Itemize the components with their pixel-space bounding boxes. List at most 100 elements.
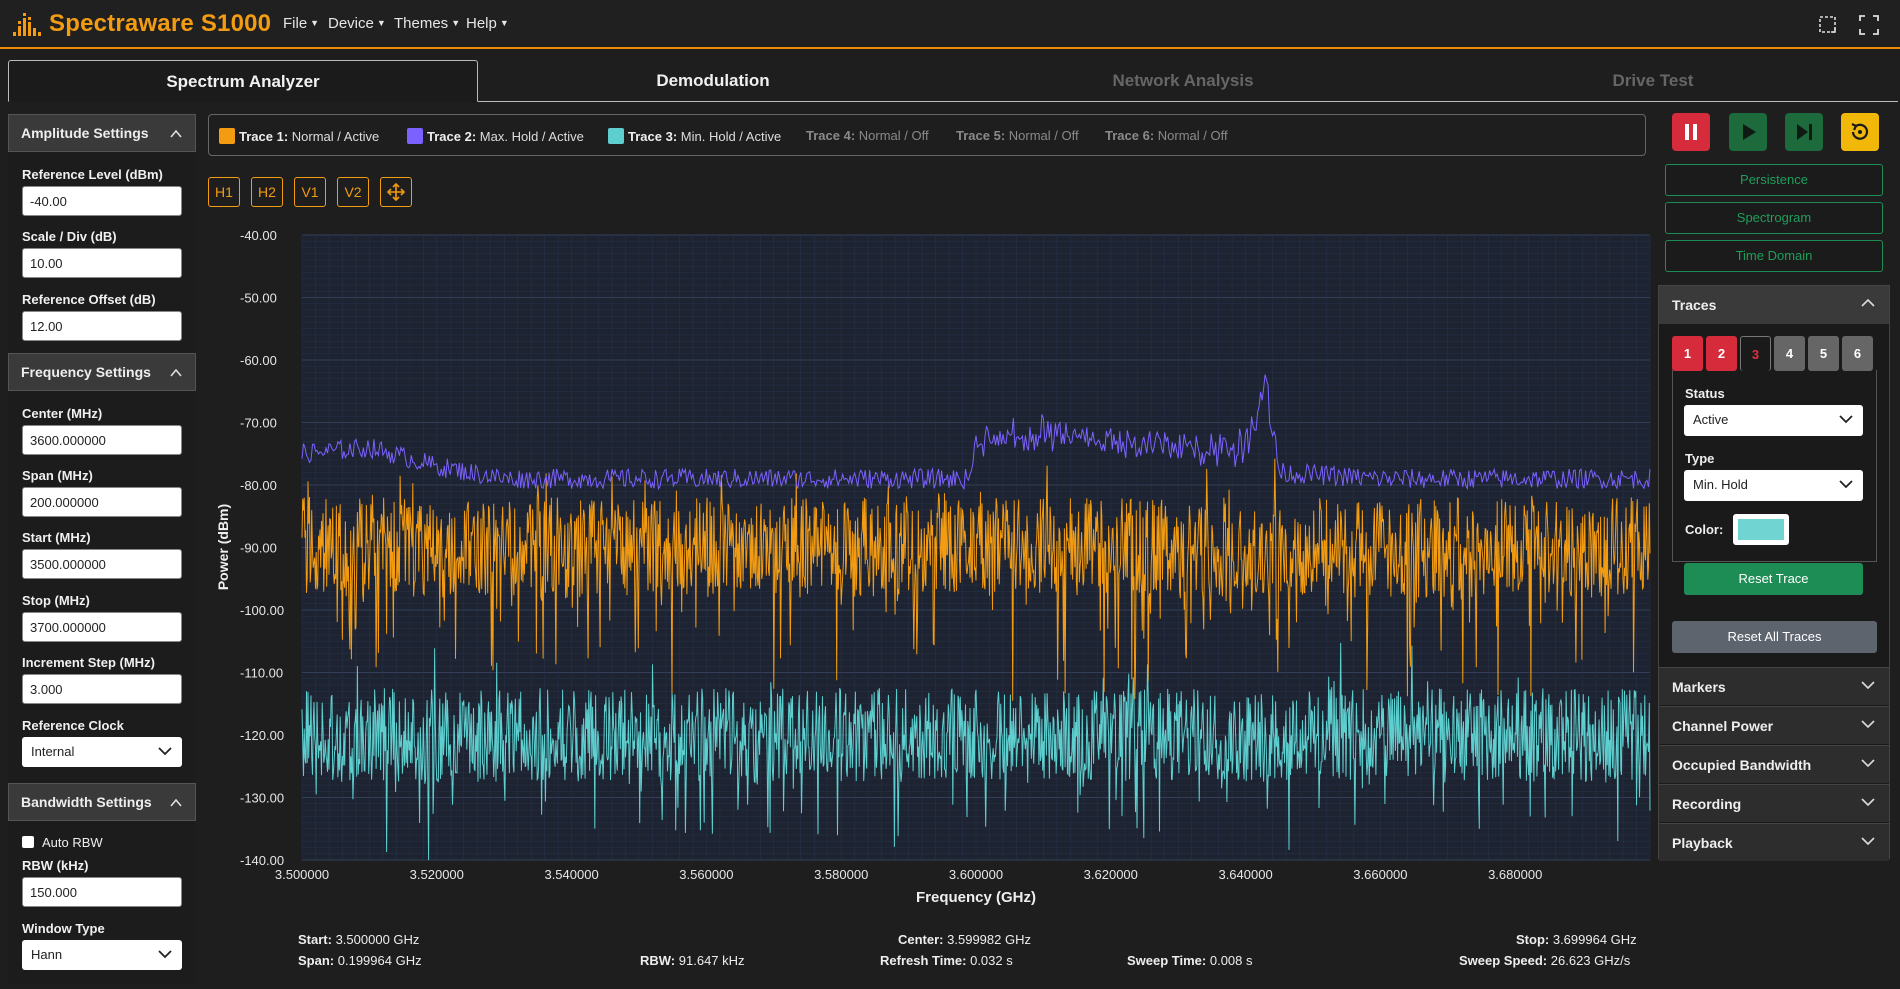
menu-help[interactable]: Help ▼: [466, 15, 509, 32]
spectrum-logo-icon: [13, 13, 41, 36]
type-label: Type: [1685, 451, 1715, 466]
stat-sweep-speed: Sweep Speed: 26.623 GHz/s: [1459, 953, 1631, 968]
section-title: Recording: [1672, 796, 1742, 812]
color-label: Color:: [1685, 522, 1724, 537]
x-tick-label: 3.600000: [949, 867, 1003, 882]
spectrum-chart[interactable]: -40.00 -50.00 -60.00 -70.00 -80.00 -90.00 -100…: [208, 225, 1654, 910]
section-title: Frequency Settings: [21, 364, 151, 380]
pause-icon: [1685, 124, 1697, 140]
legend-trace-5[interactable]: Trace 5: Normal / Off: [956, 128, 1079, 143]
pan-button[interactable]: [380, 177, 412, 207]
select-value: Active: [1693, 412, 1729, 427]
x-tick-label: 3.580000: [814, 867, 868, 882]
trace-tab-5[interactable]: 5: [1808, 336, 1839, 371]
stop-label: Stop (MHz): [22, 593, 90, 608]
y-tick-label: -140.00: [240, 853, 284, 868]
chevron-down-icon: [1839, 415, 1853, 424]
color-swatch: [1738, 519, 1784, 540]
trace-tab-1[interactable]: 1: [1672, 336, 1703, 371]
trace-1-swatch: [219, 128, 235, 144]
y-tick-label: -90.00: [240, 541, 277, 556]
markers-section-header[interactable]: Markers: [1659, 667, 1889, 705]
traces-section-header[interactable]: Traces: [1659, 286, 1889, 324]
fullscreen-icon[interactable]: [1858, 14, 1880, 36]
trace-tab-2[interactable]: 2: [1706, 336, 1737, 371]
trace-status-select[interactable]: Active: [1684, 405, 1863, 436]
select-value: Min. Hold: [1693, 477, 1748, 492]
scale-input[interactable]: [22, 248, 182, 278]
chevron-down-icon: [1839, 480, 1853, 489]
stop-input[interactable]: [22, 612, 182, 642]
span-input[interactable]: [22, 487, 182, 517]
marker-h2-button[interactable]: H2: [251, 177, 283, 207]
amplitude-settings-header[interactable]: Amplitude Settings: [8, 114, 196, 152]
section-title: Bandwidth Settings: [21, 794, 152, 810]
section-title: Amplitude Settings: [21, 125, 149, 141]
trace-tab-3[interactable]: 3: [1740, 336, 1771, 371]
trace-color-picker[interactable]: [1733, 514, 1789, 545]
reset-trace-button[interactable]: Reset Trace: [1684, 563, 1863, 595]
persistence-button[interactable]: Persistence: [1665, 164, 1883, 196]
bandwidth-settings-header[interactable]: Bandwidth Settings: [8, 783, 196, 821]
occupied-bandwidth-section-header[interactable]: Occupied Bandwidth: [1659, 745, 1889, 783]
tab-network-analysis[interactable]: Network Analysis: [948, 60, 1418, 102]
ref-level-label: Reference Level (dBm): [22, 167, 163, 182]
menu-themes[interactable]: Themes ▼: [394, 15, 460, 32]
step-forward-button[interactable]: [1785, 113, 1823, 151]
frequency-settings-header[interactable]: Frequency Settings: [8, 353, 196, 391]
main-tabs: Spectrum Analyzer Demodulation Network A…: [8, 60, 1898, 102]
marker-v1-button[interactable]: V1: [294, 177, 326, 207]
auto-rbw-checkbox[interactable]: [22, 836, 34, 848]
section-title: Playback: [1672, 835, 1733, 851]
y-tick-label: -110.00: [240, 666, 283, 681]
play-button[interactable]: [1729, 113, 1767, 151]
legend-trace-2[interactable]: Trace 2: Max. Hold / Active: [407, 128, 584, 144]
y-tick-label: -40.00: [240, 228, 277, 243]
reference-clock-label: Reference Clock: [22, 718, 124, 733]
refresh-icon: [1851, 123, 1869, 140]
reset-all-traces-button[interactable]: Reset All Traces: [1672, 621, 1877, 653]
time-domain-button[interactable]: Time Domain: [1665, 240, 1883, 272]
trace-tab-4[interactable]: 4: [1774, 336, 1805, 371]
y-tick-labels: -40.00 -50.00 -60.00 -70.00 -80.00 -90.00 -100…: [240, 228, 284, 868]
reference-clock-select[interactable]: Internal: [22, 737, 182, 767]
scale-label: Scale / Div (dB): [22, 229, 117, 244]
trace-type-select[interactable]: Min. Hold: [1684, 470, 1863, 501]
screenshot-select-icon[interactable]: [1817, 14, 1839, 36]
pause-button[interactable]: [1672, 113, 1710, 151]
settings-panel: Amplitude Settings Reference Level (dBm)…: [8, 114, 196, 985]
channel-power-section-header[interactable]: Channel Power: [1659, 706, 1889, 744]
tab-demodulation[interactable]: Demodulation: [478, 60, 948, 102]
tab-spectrum-analyzer[interactable]: Spectrum Analyzer: [8, 60, 478, 102]
x-tick-labels: 3.500000 3.520000 3.540000 3.560000 3.580000…: [275, 867, 1542, 882]
legend-trace-1[interactable]: Trace 1: Normal / Active: [219, 128, 379, 144]
reset-sweep-button[interactable]: [1841, 113, 1879, 151]
menu-file[interactable]: File ▼: [283, 15, 319, 32]
spectrogram-button[interactable]: Spectrogram: [1665, 202, 1883, 234]
tab-drive-test[interactable]: Drive Test: [1418, 60, 1888, 102]
y-tick-label: -130.00: [240, 791, 284, 806]
legend-trace-3[interactable]: Trace 3: Min. Hold / Active: [608, 128, 781, 144]
chevron-down-icon: [1861, 798, 1875, 807]
trace-tab-6[interactable]: 6: [1842, 336, 1873, 371]
recording-section-header[interactable]: Recording: [1659, 784, 1889, 822]
marker-h1-button[interactable]: H1: [208, 177, 240, 207]
ref-level-input[interactable]: [22, 186, 182, 216]
start-input[interactable]: [22, 549, 182, 579]
chevron-down-icon: [1861, 720, 1875, 729]
auto-rbw-label: Auto RBW: [42, 835, 103, 850]
window-type-select[interactable]: Hann: [22, 940, 182, 970]
traces-sidebar: Traces Status Active Type Min. Hold Colo…: [1658, 285, 1890, 861]
trace-2-swatch: [407, 128, 423, 144]
legend-trace-4[interactable]: Trace 4: Normal / Off: [806, 128, 929, 143]
menu-device[interactable]: Device ▼: [328, 15, 386, 32]
section-title: Occupied Bandwidth: [1672, 757, 1812, 773]
marker-v2-button[interactable]: V2: [337, 177, 369, 207]
center-input[interactable]: [22, 425, 182, 455]
legend-trace-6[interactable]: Trace 6: Normal / Off: [1105, 128, 1228, 143]
increment-step-input[interactable]: [22, 674, 182, 704]
x-tick-label: 3.660000: [1353, 867, 1407, 882]
playback-section-header[interactable]: Playback: [1659, 823, 1889, 861]
ref-offset-input[interactable]: [22, 311, 182, 341]
rbw-input[interactable]: [22, 877, 182, 907]
